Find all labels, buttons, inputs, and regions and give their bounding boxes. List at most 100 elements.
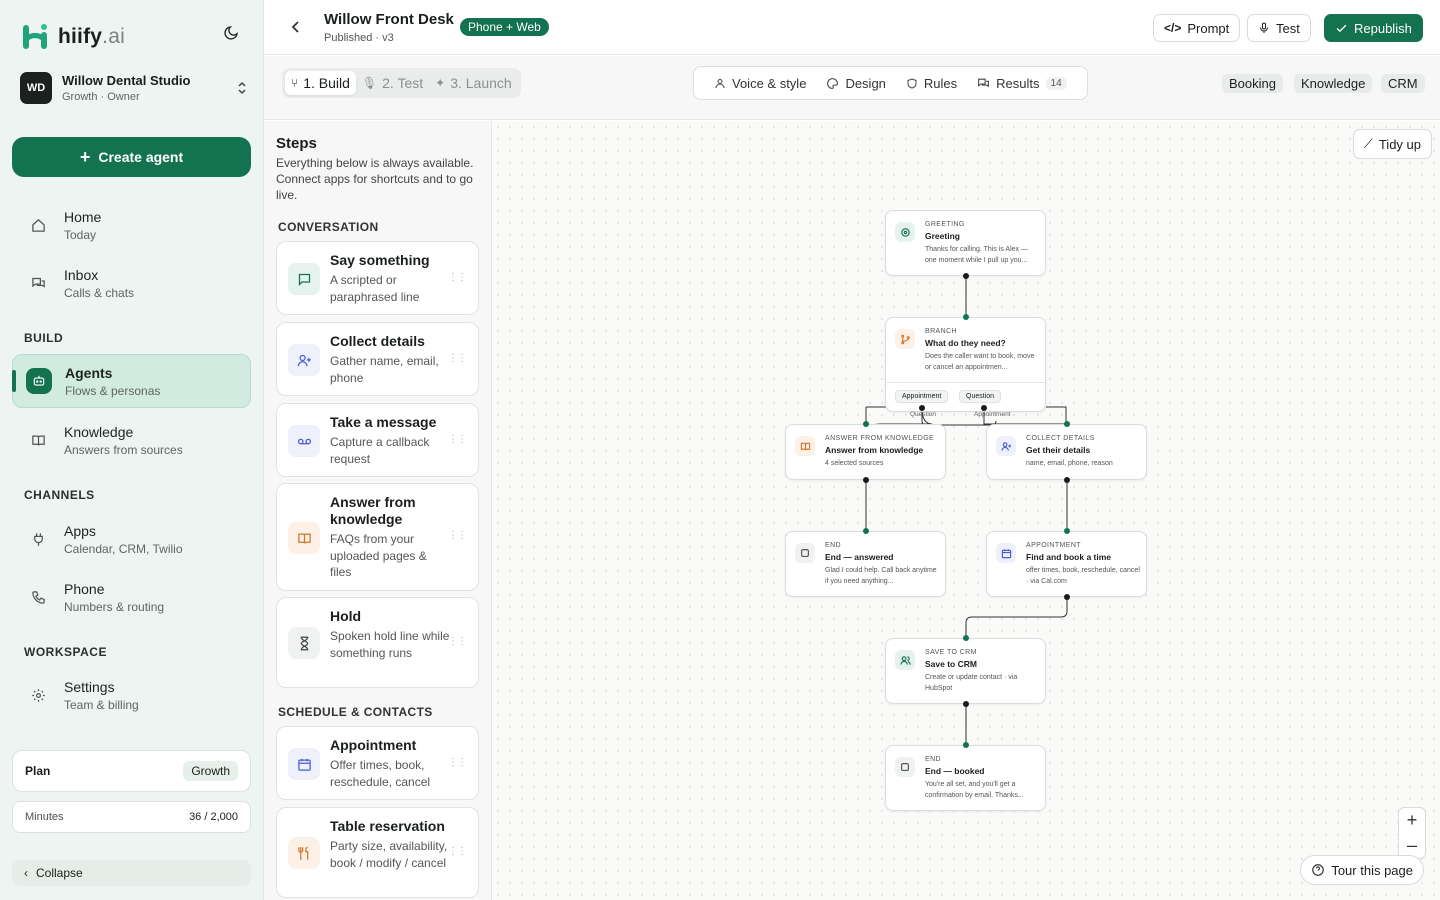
- plan-card[interactable]: Plan Growth: [12, 750, 251, 792]
- sidebar-item-apps[interactable]: Apps Calendar, CRM, Twilio: [12, 512, 251, 566]
- sidebar-item-settings[interactable]: Settings Team & billing: [12, 668, 251, 722]
- port-out[interactable]: [863, 477, 869, 483]
- step-card-say-something[interactable]: Say something A scripted or paraphrased …: [276, 241, 479, 315]
- palette-icon: [827, 77, 839, 89]
- nav-inbox-sub: Calls & chats: [64, 285, 135, 300]
- tour-button[interactable]: Tour this page: [1300, 855, 1424, 885]
- tidy-up-button[interactable]: ⟋ Tidy up: [1352, 129, 1432, 159]
- republish-button[interactable]: Republish: [1324, 14, 1423, 42]
- sidebar-item-phone[interactable]: Phone Numbers & routing: [12, 570, 251, 624]
- step-card-hold[interactable]: Hold Spoken hold line while something ru…: [276, 597, 479, 688]
- moon-icon: [224, 26, 238, 40]
- step-launch-tab[interactable]: ✦ 3. Launch: [429, 71, 518, 95]
- step-card-table-reservation[interactable]: Table reservation Party size, availabili…: [276, 807, 479, 898]
- workspace-switcher[interactable]: WD Willow Dental Studio Growth · Owner: [20, 72, 248, 104]
- minutes-label: Minutes: [25, 811, 64, 823]
- sidebar-item-home[interactable]: Home Today: [12, 198, 251, 252]
- port-out[interactable]: [981, 405, 987, 411]
- sidebar-item-knowledge[interactable]: Knowledge Answers from sources: [12, 413, 251, 467]
- chip-crm[interactable]: CRM: [1381, 74, 1425, 93]
- node-appointment[interactable]: APPOINTMENT Find and book a time offer t…: [986, 531, 1147, 597]
- results-count-badge: 14: [1045, 76, 1067, 90]
- magic-wand-icon: ⟋: [1363, 136, 1373, 151]
- sidebar-item-agents[interactable]: Agents Flows & personas: [12, 354, 251, 408]
- step-card-collect-details[interactable]: Collect details Gather name, email, phon…: [276, 322, 479, 396]
- logo[interactable]: hiify.ai: [20, 22, 125, 52]
- users-icon: [895, 650, 915, 670]
- port-in[interactable]: [963, 635, 969, 641]
- zoom-in-button[interactable]: +: [1399, 808, 1425, 833]
- drag-handle-icon[interactable]: ⋮⋮: [448, 846, 467, 857]
- node-collect-details[interactable]: COLLECT DETAILS Get their details name, …: [986, 424, 1147, 480]
- branch-option-appointment[interactable]: Appointment: [895, 390, 949, 403]
- tab-results[interactable]: Results 14: [967, 76, 1076, 91]
- port-in[interactable]: [1064, 421, 1070, 427]
- drag-handle-icon[interactable]: ⋮⋮: [448, 530, 467, 541]
- node-branch[interactable]: BRANCH What do they need? Does the calle…: [885, 317, 1046, 412]
- workspace-name: Willow Dental Studio: [62, 73, 191, 88]
- port-out[interactable]: [919, 405, 925, 411]
- step-card-appointment[interactable]: Appointment Offer times, book, reschedul…: [276, 726, 479, 800]
- card-subtitle: Party size, availability, book / modify …: [330, 839, 448, 870]
- prompt-button[interactable]: </> Prompt: [1153, 14, 1241, 42]
- node-answer-knowledge[interactable]: ANSWER FROM KNOWLEDGE Answer from knowle…: [785, 424, 946, 480]
- port-in[interactable]: [863, 528, 869, 534]
- calendar-icon: [288, 748, 320, 780]
- branch-option-question[interactable]: Question: [959, 390, 1002, 403]
- chip-booking[interactable]: Booking: [1222, 74, 1283, 93]
- tab-voice-style[interactable]: Voice & style: [704, 76, 816, 91]
- edge-appointment-crm: [965, 597, 1068, 638]
- node-save-crm[interactable]: SAVE TO CRM Save to CRM Create or update…: [885, 638, 1046, 704]
- chip-knowledge[interactable]: Knowledge: [1294, 74, 1373, 93]
- nav-apps-sub: Calendar, CRM, Twilio: [64, 541, 183, 556]
- hourglass-icon: [288, 627, 320, 659]
- card-title: Say something: [330, 252, 430, 268]
- plan-badge: Growth: [183, 761, 238, 781]
- step-card-take-message[interactable]: Take a message Capture a callback reques…: [276, 403, 479, 477]
- test-button[interactable]: Test: [1247, 14, 1311, 42]
- chevron-left-icon: [291, 21, 299, 33]
- step-card-answer-knowledge[interactable]: Answer from knowledge FAQs from your upl…: [276, 483, 479, 591]
- collapse-button[interactable]: ‹ Collapse: [12, 860, 251, 886]
- node-kind: SAVE TO CRM: [925, 649, 977, 656]
- section-build-label: BUILD: [24, 331, 64, 345]
- step-build-label: 1. Build: [303, 75, 350, 91]
- back-button[interactable]: [288, 18, 304, 41]
- port-in[interactable]: [963, 314, 969, 320]
- drag-handle-icon[interactable]: ⋮⋮: [448, 272, 467, 283]
- port-out[interactable]: [1064, 594, 1070, 600]
- tab-design[interactable]: Design: [816, 76, 895, 91]
- drag-handle-icon[interactable]: ⋮⋮: [448, 757, 467, 768]
- port-in[interactable]: [963, 742, 969, 748]
- port-out[interactable]: [963, 273, 969, 279]
- drag-handle-icon[interactable]: ⋮⋮: [448, 636, 467, 647]
- nav-knowledge-sub: Answers from sources: [64, 442, 183, 457]
- create-agent-button[interactable]: + Create agent: [12, 137, 251, 177]
- nav-home-title: Home: [64, 208, 102, 225]
- flow-canvas[interactable]: GREETING Greeting Thanks for calling. Th…: [492, 121, 1440, 900]
- branch-icon: ⑂: [291, 76, 299, 90]
- check-icon: [1336, 24, 1347, 32]
- tab-rules[interactable]: Rules: [896, 76, 967, 91]
- theme-toggle-button[interactable]: [220, 22, 242, 44]
- step-build-tab[interactable]: ⑂ 1. Build: [285, 71, 356, 95]
- section-channels-label: CHANNELS: [24, 488, 95, 502]
- step-test-tab[interactable]: 🎙 2. Test: [356, 71, 429, 95]
- port-out[interactable]: [1064, 477, 1070, 483]
- drag-handle-icon[interactable]: ⋮⋮: [448, 353, 467, 364]
- node-end-booked[interactable]: END End — booked You're all set, and you…: [885, 745, 1046, 811]
- node-end-answered[interactable]: END End — answered Glad I could help. Ca…: [785, 531, 946, 597]
- gear-icon: [25, 682, 51, 708]
- node-greeting[interactable]: GREETING Greeting Thanks for calling. Th…: [885, 210, 1046, 276]
- port-in[interactable]: [863, 421, 869, 427]
- channel-badge: Phone + Web: [460, 18, 549, 36]
- drag-handle-icon[interactable]: ⋮⋮: [448, 434, 467, 445]
- port-out[interactable]: [963, 701, 969, 707]
- logo-icon: [23, 24, 47, 49]
- node-description: Create or update contact · via HubSpot: [925, 674, 1018, 692]
- sidebar-item-inbox[interactable]: Inbox Calls & chats: [12, 256, 251, 310]
- port-in[interactable]: [1064, 528, 1070, 534]
- test-label: Test: [1276, 20, 1300, 36]
- mic-icon: [1260, 22, 1268, 33]
- edge-label-appointment: Appointment: [974, 411, 1011, 418]
